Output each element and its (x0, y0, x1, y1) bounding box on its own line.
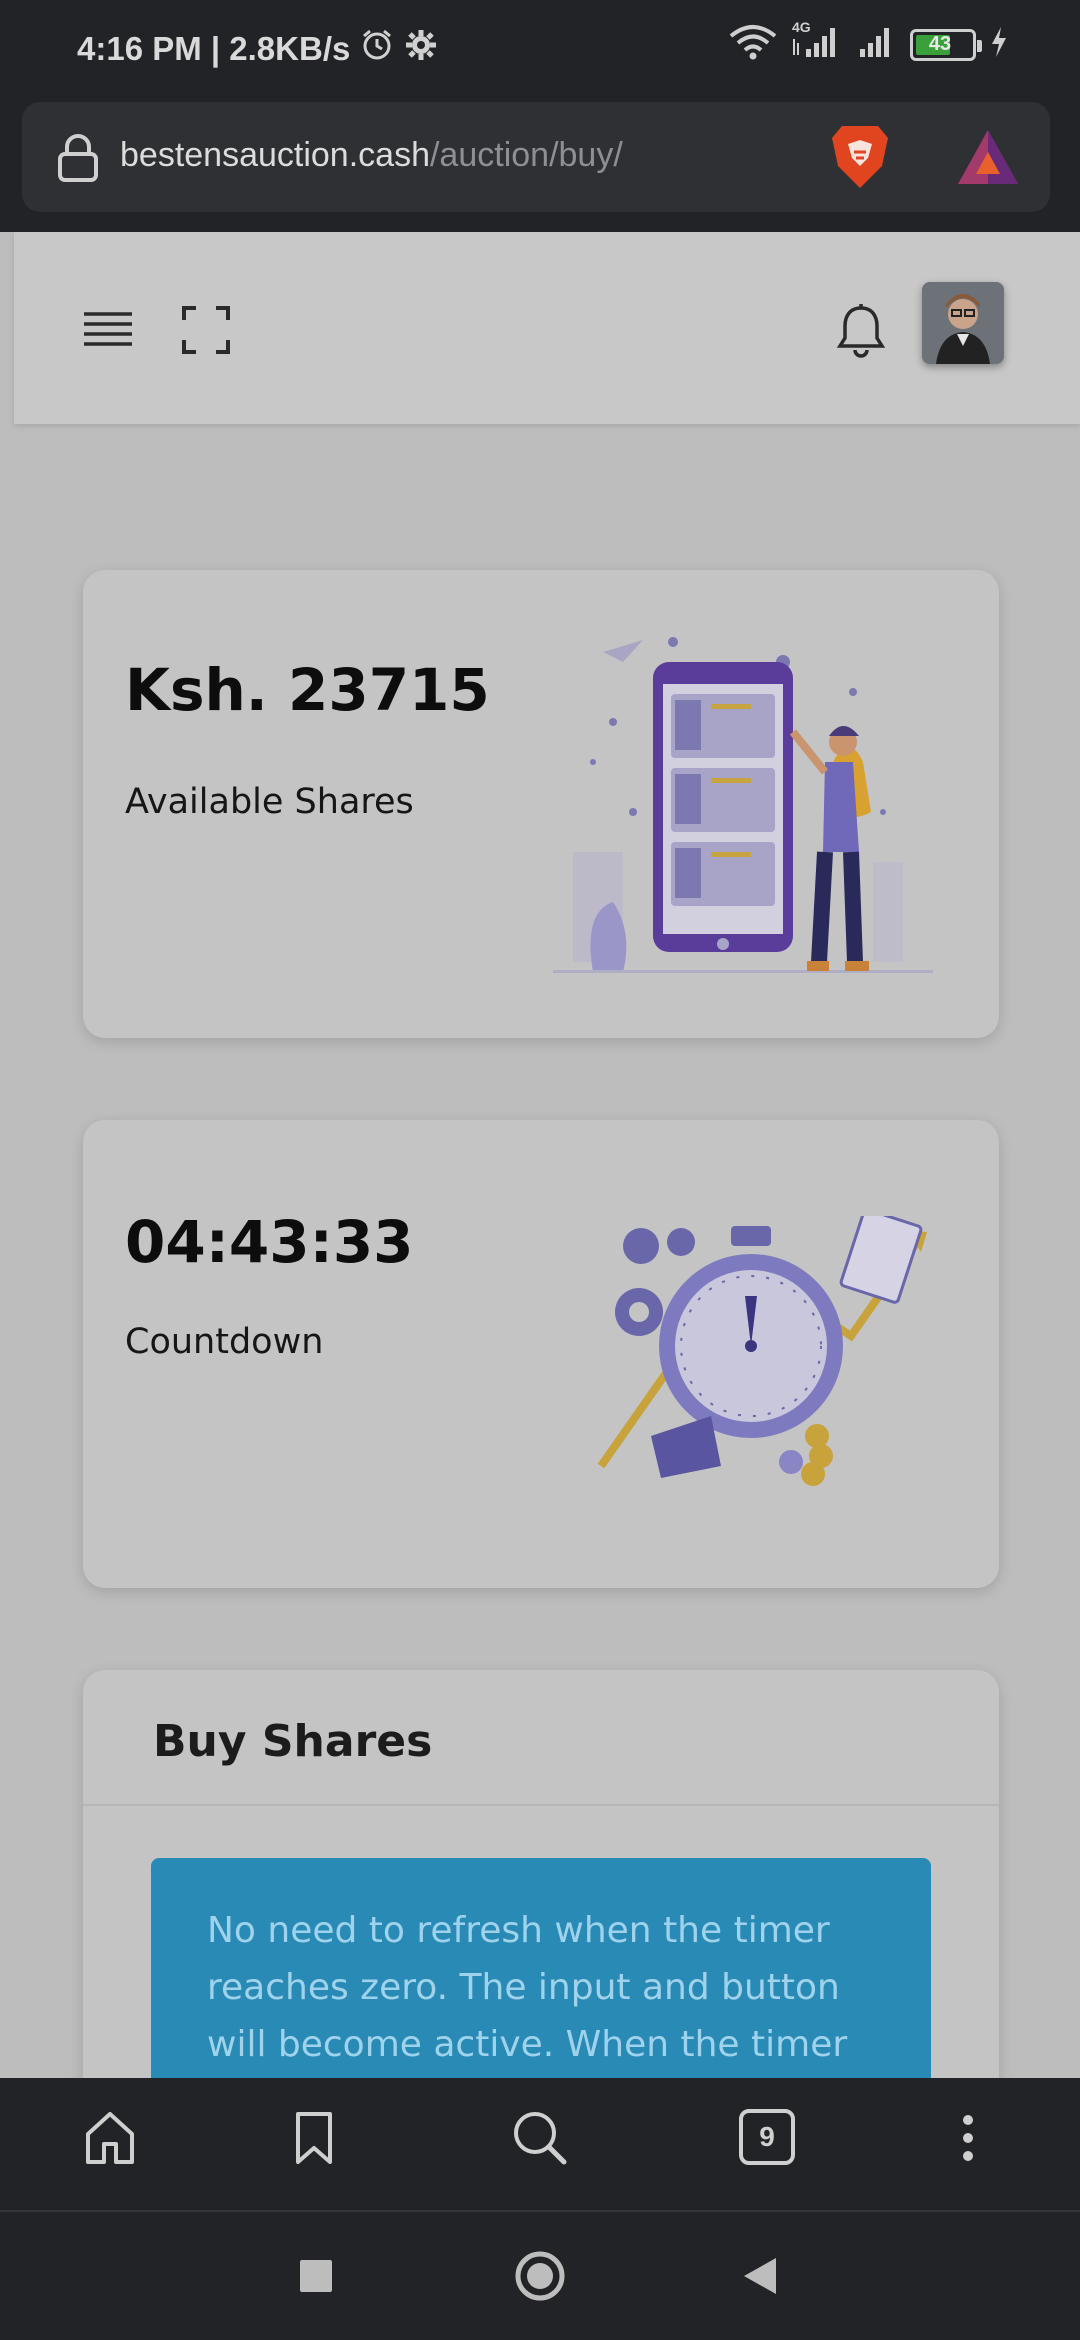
browser-bar: bestensauction.cash/auction/buy/ (0, 96, 1080, 232)
bat-icon[interactable] (956, 128, 1020, 191)
status-bar: 4:16 PM | 2.8KB/s 4G 43 (0, 0, 1080, 96)
countdown-label: Countdown (125, 1322, 324, 1362)
network-type: 4G (792, 19, 811, 35)
status-time-speed: 4:16 PM | 2.8KB/s (77, 30, 351, 67)
home-circle-icon[interactable] (514, 2250, 566, 2307)
info-alert: No need to refresh when the timer reache… (151, 1858, 931, 2078)
settings-gear-icon (404, 28, 438, 70)
brave-icon[interactable] (828, 122, 892, 197)
search-icon[interactable] (510, 2108, 570, 2173)
cell-signal-1-icon: 4G (792, 19, 842, 64)
tabs-icon[interactable]: 9 (738, 2108, 796, 2166)
countdown-illustration (597, 1216, 927, 1486)
battery-icon: 43 (910, 28, 982, 61)
system-navigation-bar (0, 2212, 1080, 2340)
status-left: 4:16 PM | 2.8KB/s (77, 28, 438, 70)
url-path: /auction/buy/ (429, 136, 623, 174)
bookmark-icon[interactable] (292, 2108, 336, 2173)
home-icon[interactable] (82, 2108, 138, 2173)
charging-bolt-icon (990, 26, 1008, 63)
back-icon[interactable] (742, 2256, 778, 2301)
lock-icon[interactable] (56, 134, 100, 187)
divider (83, 1804, 999, 1806)
battery-level: 43 (928, 33, 952, 55)
available-shares-card: Ksh. 23715 Available Shares (83, 570, 999, 1038)
url-text[interactable]: bestensauction.cash/auction/buy/ (120, 136, 623, 175)
shares-value: Ksh. 23715 (125, 656, 490, 724)
notification-bell-icon[interactable] (836, 302, 886, 363)
shares-label: Available Shares (125, 782, 414, 822)
wifi-icon (728, 24, 778, 65)
fullscreen-expand-icon[interactable] (182, 306, 230, 359)
address-bar[interactable]: bestensauction.cash/auction/buy/ (22, 102, 1050, 212)
tabs-count: 9 (759, 2121, 775, 2152)
more-icon[interactable] (956, 2108, 980, 2173)
recents-icon[interactable] (300, 2260, 332, 2297)
buy-shares-title: Buy Shares (153, 1716, 433, 1767)
alarm-icon (360, 28, 394, 70)
top-navbar (14, 232, 1080, 424)
buy-shares-card: Buy Shares No need to refresh when the t… (83, 1670, 999, 2078)
browser-bottom-toolbar: 9 (0, 2078, 1080, 2212)
user-avatar[interactable] (922, 282, 1004, 364)
web-page: Ksh. 23715 Available Shares 04:43:33 Cou… (0, 232, 1080, 2078)
cell-signal-2-icon (856, 25, 896, 64)
countdown-card: 04:43:33 Countdown (83, 1120, 999, 1588)
shares-illustration (553, 637, 933, 973)
countdown-value: 04:43:33 (125, 1208, 414, 1276)
url-domain: bestensauction.cash (120, 136, 430, 174)
menu-icon[interactable] (84, 312, 132, 353)
status-right: 4G 43 (728, 19, 1008, 65)
